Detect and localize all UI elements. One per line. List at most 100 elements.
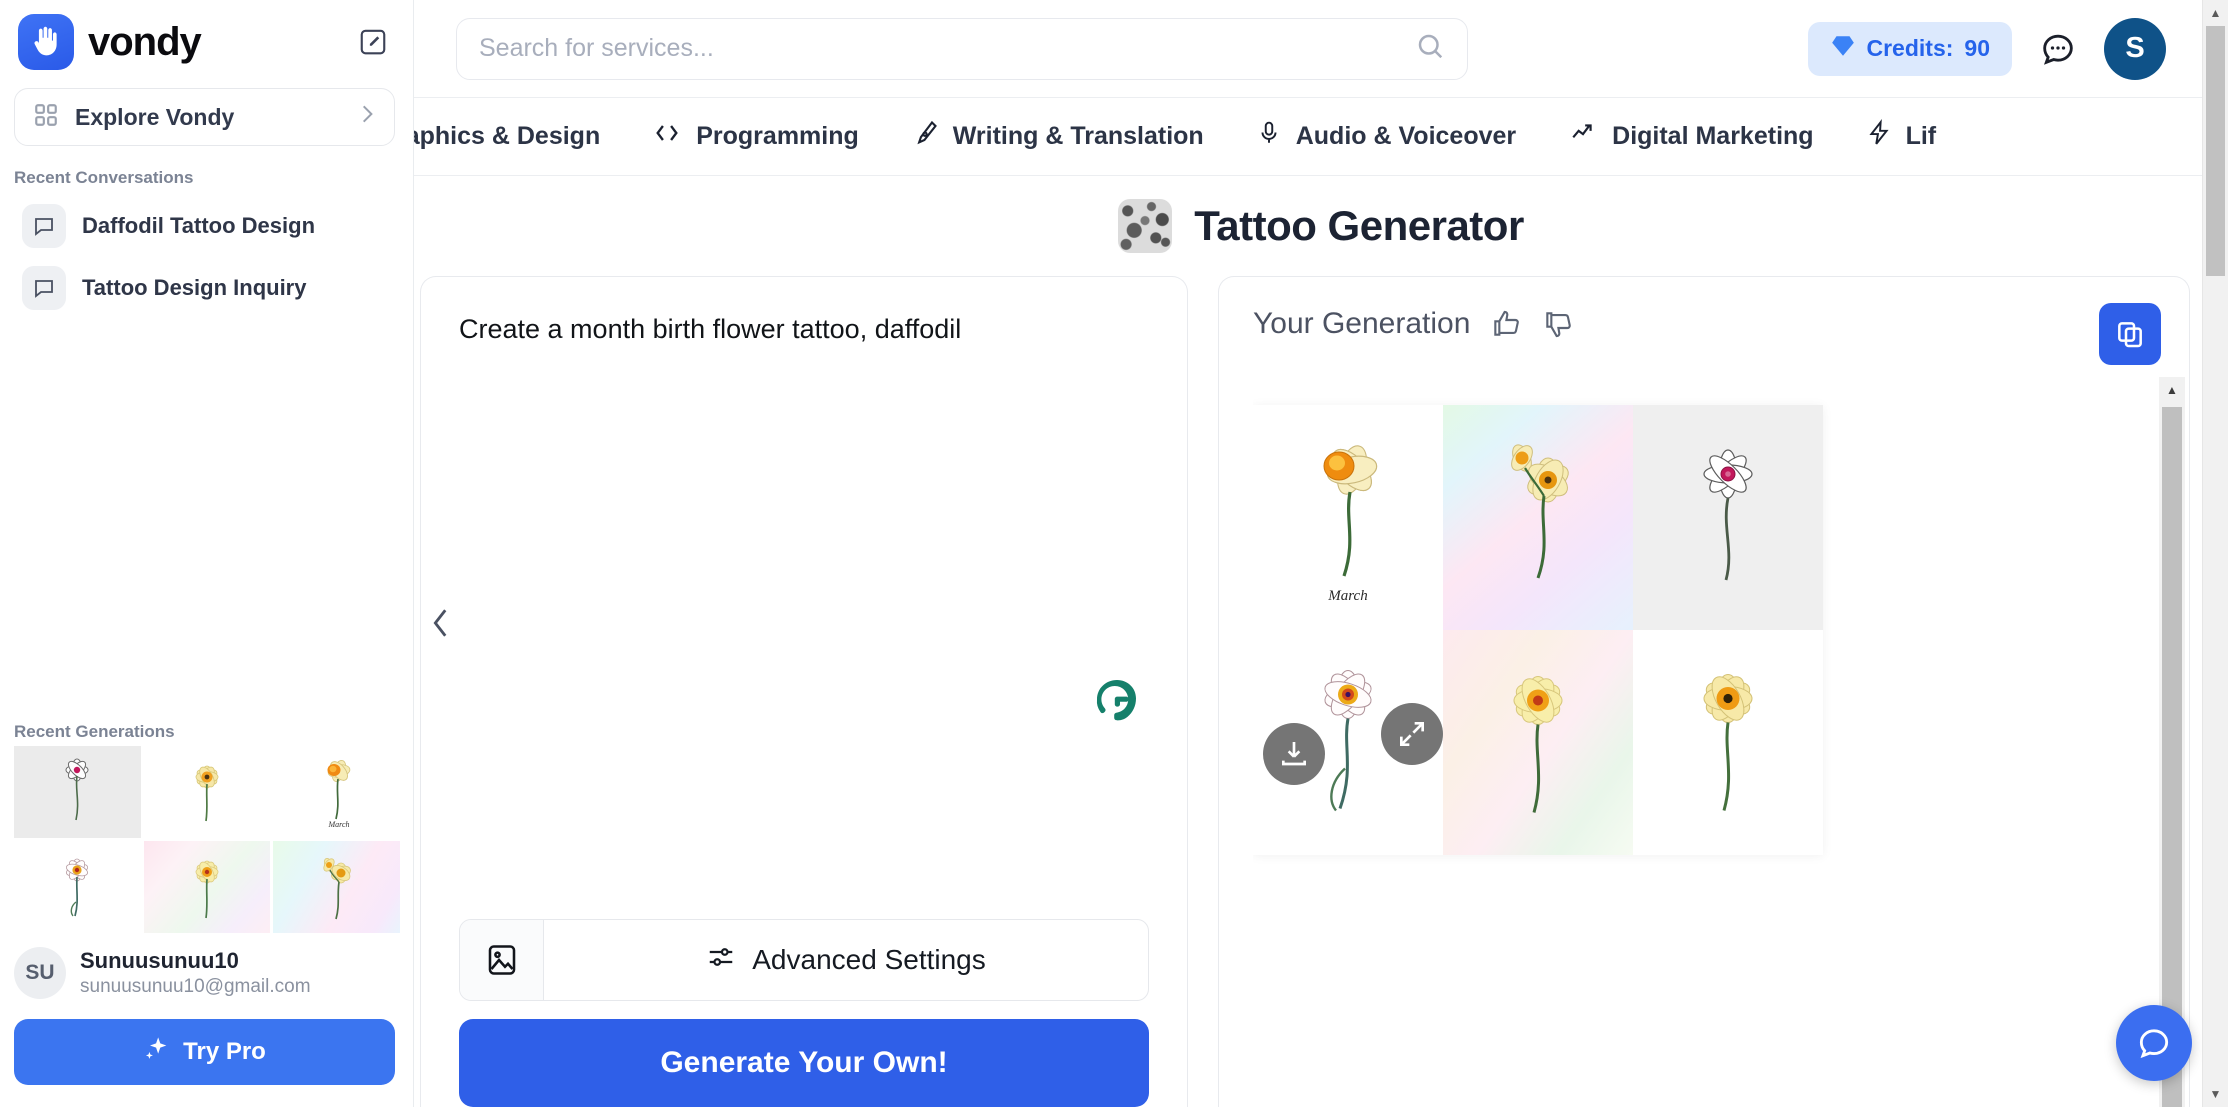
explore-vondy-label: Explore Vondy: [75, 103, 235, 130]
chat-bubble-icon: [22, 204, 66, 248]
browser-scrollbar[interactable]: ▲ ▼: [2202, 0, 2228, 1107]
generation-thumbnail[interactable]: [14, 841, 141, 933]
page-title-row: Tattoo Generator: [414, 176, 2228, 276]
generation-thumbnail[interactable]: [143, 746, 271, 838]
avatar: SU: [14, 947, 66, 999]
chat-bubble-icon: [22, 266, 66, 310]
category-lifestyle[interactable]: Lif: [1840, 119, 1963, 154]
expand-arrows-icon[interactable]: [1381, 703, 1443, 765]
credits-badge[interactable]: Credits: 90: [1807, 21, 2012, 76]
sidebar-conversation-item[interactable]: Tattoo Design Inquiry: [14, 260, 399, 316]
generation-image-cell[interactable]: [1633, 405, 1823, 630]
generation-grid: March: [1253, 405, 1823, 855]
category-digital-marketing[interactable]: Digital Marketing: [1542, 120, 1839, 153]
category-graphics-design[interactable]: raphics & Design: [414, 119, 626, 154]
sidebar-conversation-item[interactable]: Daffodil Tattoo Design: [14, 198, 399, 254]
content-area: Create a month birth flower tattoo, daff…: [414, 276, 2228, 1107]
prompt-footer: Advanced Settings Generate Your Own!: [459, 919, 1149, 1107]
app-root: vondy Explore Vondy Recent Conversations…: [0, 0, 2228, 1107]
sidebar-item-explore-vondy[interactable]: Explore Vondy: [14, 88, 395, 146]
search-icon[interactable]: [1415, 31, 1445, 66]
credits-label: Credits:: [1866, 35, 1954, 61]
pen-nib-icon: [911, 119, 939, 154]
category-audio-voiceover[interactable]: Audio & Voiceover: [1230, 119, 1542, 154]
chat-dots-icon[interactable]: [2038, 29, 2078, 69]
conversation-label: Daffodil Tattoo Design: [82, 213, 316, 238]
page-title: Tattoo Generator: [1194, 202, 1524, 249]
generation-thumbnail[interactable]: March: [273, 746, 400, 838]
thumbs-down-icon[interactable]: [1542, 308, 1574, 340]
search-input[interactable]: [479, 34, 1415, 63]
microphone-icon: [1256, 119, 1282, 154]
edit-square-icon[interactable]: [355, 24, 391, 60]
category-nav: raphics & Design Programming Writing & T…: [414, 98, 2228, 176]
category-label: Lif: [1905, 122, 1937, 150]
category-writing-translation[interactable]: Writing & Translation: [885, 119, 1230, 154]
generation-image-cell[interactable]: [1443, 630, 1633, 855]
diamond-icon: [1830, 33, 1856, 65]
category-label: Audio & Voiceover: [1295, 122, 1517, 150]
credits-value: 90: [1964, 35, 1990, 61]
prompt-text[interactable]: Create a month birth flower tattoo, daff…: [459, 311, 1149, 347]
topbar: Credits: 90 S: [414, 0, 2228, 98]
panel-scrollbar-thumb[interactable]: [2162, 407, 2182, 1107]
generation-image-cell[interactable]: [1443, 405, 1633, 630]
lightning-bolt-icon: [1866, 119, 1892, 154]
advanced-settings-label: Advanced Settings: [752, 944, 986, 975]
category-label: Digital Marketing: [1612, 122, 1814, 150]
recent-generations-section: Recent Generations March: [0, 700, 413, 933]
generate-button[interactable]: Generate Your Own!: [459, 1019, 1149, 1107]
generation-gallery-wrap: March: [1253, 387, 2163, 1107]
try-pro-label: Try Pro: [183, 1038, 266, 1065]
category-label: Writing & Translation: [952, 122, 1204, 150]
tattoo-pattern-icon: [1118, 199, 1173, 253]
recent-generations-grid: March: [0, 746, 400, 933]
thumbs-up-icon[interactable]: [1490, 308, 1522, 340]
category-programming[interactable]: Programming: [626, 119, 885, 154]
generation-gallery: March: [1253, 405, 1823, 855]
generation-thumbnail[interactable]: [14, 746, 141, 838]
copy-icon[interactable]: [2099, 303, 2161, 365]
svg-text:March: March: [327, 820, 349, 829]
prompt-card: Create a month birth flower tattoo, daff…: [420, 276, 1188, 1107]
main-area: Credits: 90 S: [414, 0, 2228, 1107]
image-icon[interactable]: [460, 920, 544, 1000]
generation-panel: Your Generation March ▲: [1218, 276, 2190, 1107]
advanced-settings-button[interactable]: Advanced Settings: [544, 920, 1148, 1000]
category-label: raphics & Design: [414, 122, 601, 150]
grammarly-icon[interactable]: [1093, 677, 1141, 725]
hand-wave-logo[interactable]: [18, 14, 74, 70]
panel-scrollbar[interactable]: ▲: [2159, 377, 2185, 1107]
generation-image-cell[interactable]: March: [1253, 405, 1443, 630]
brand-name: vondy: [88, 19, 202, 64]
scroll-up-arrow-icon[interactable]: ▲: [2203, 0, 2228, 26]
chevron-left-icon[interactable]: [430, 606, 452, 649]
download-icon[interactable]: [1263, 723, 1325, 785]
user-email: sunuusunuu10@gmail.com: [80, 976, 311, 997]
topbar-right: Credits: 90 S: [1807, 17, 2201, 80]
chevron-right-icon: [358, 103, 376, 131]
browser-scrollbar-thumb[interactable]: [2206, 26, 2225, 276]
brand-row: vondy: [0, 0, 413, 78]
floating-chat-button[interactable]: [2116, 1005, 2192, 1081]
scroll-down-arrow-icon[interactable]: ▼: [2203, 1081, 2228, 1107]
scroll-up-arrow-icon[interactable]: ▲: [2159, 377, 2185, 403]
generation-thumbnail[interactable]: [273, 841, 400, 933]
conversation-label: Tattoo Design Inquiry: [82, 275, 307, 300]
grid-icon: [33, 102, 59, 133]
generation-header: Your Generation: [1253, 307, 2163, 341]
generation-image-cell[interactable]: [1633, 630, 1823, 855]
advanced-settings-row[interactable]: Advanced Settings: [459, 919, 1149, 1001]
sliders-icon: [706, 942, 736, 979]
user-row[interactable]: SU Sunuusunuu10 sunuusunuu10@gmail.com: [0, 933, 413, 1005]
generation-thumbnail[interactable]: [143, 841, 271, 933]
user-meta: Sunuusunuu10 sunuusunuu10@gmail.com: [80, 948, 311, 998]
trend-up-icon: [1568, 120, 1598, 153]
sparkle-icon: [143, 1035, 171, 1070]
user-avatar[interactable]: S: [2104, 17, 2166, 80]
recent-generations-label: Recent Generations: [14, 722, 175, 741]
category-label: Programming: [696, 122, 859, 150]
generation-title: Your Generation: [1253, 307, 1471, 340]
search-box[interactable]: [456, 17, 1468, 80]
try-pro-button[interactable]: Try Pro: [14, 1019, 395, 1085]
